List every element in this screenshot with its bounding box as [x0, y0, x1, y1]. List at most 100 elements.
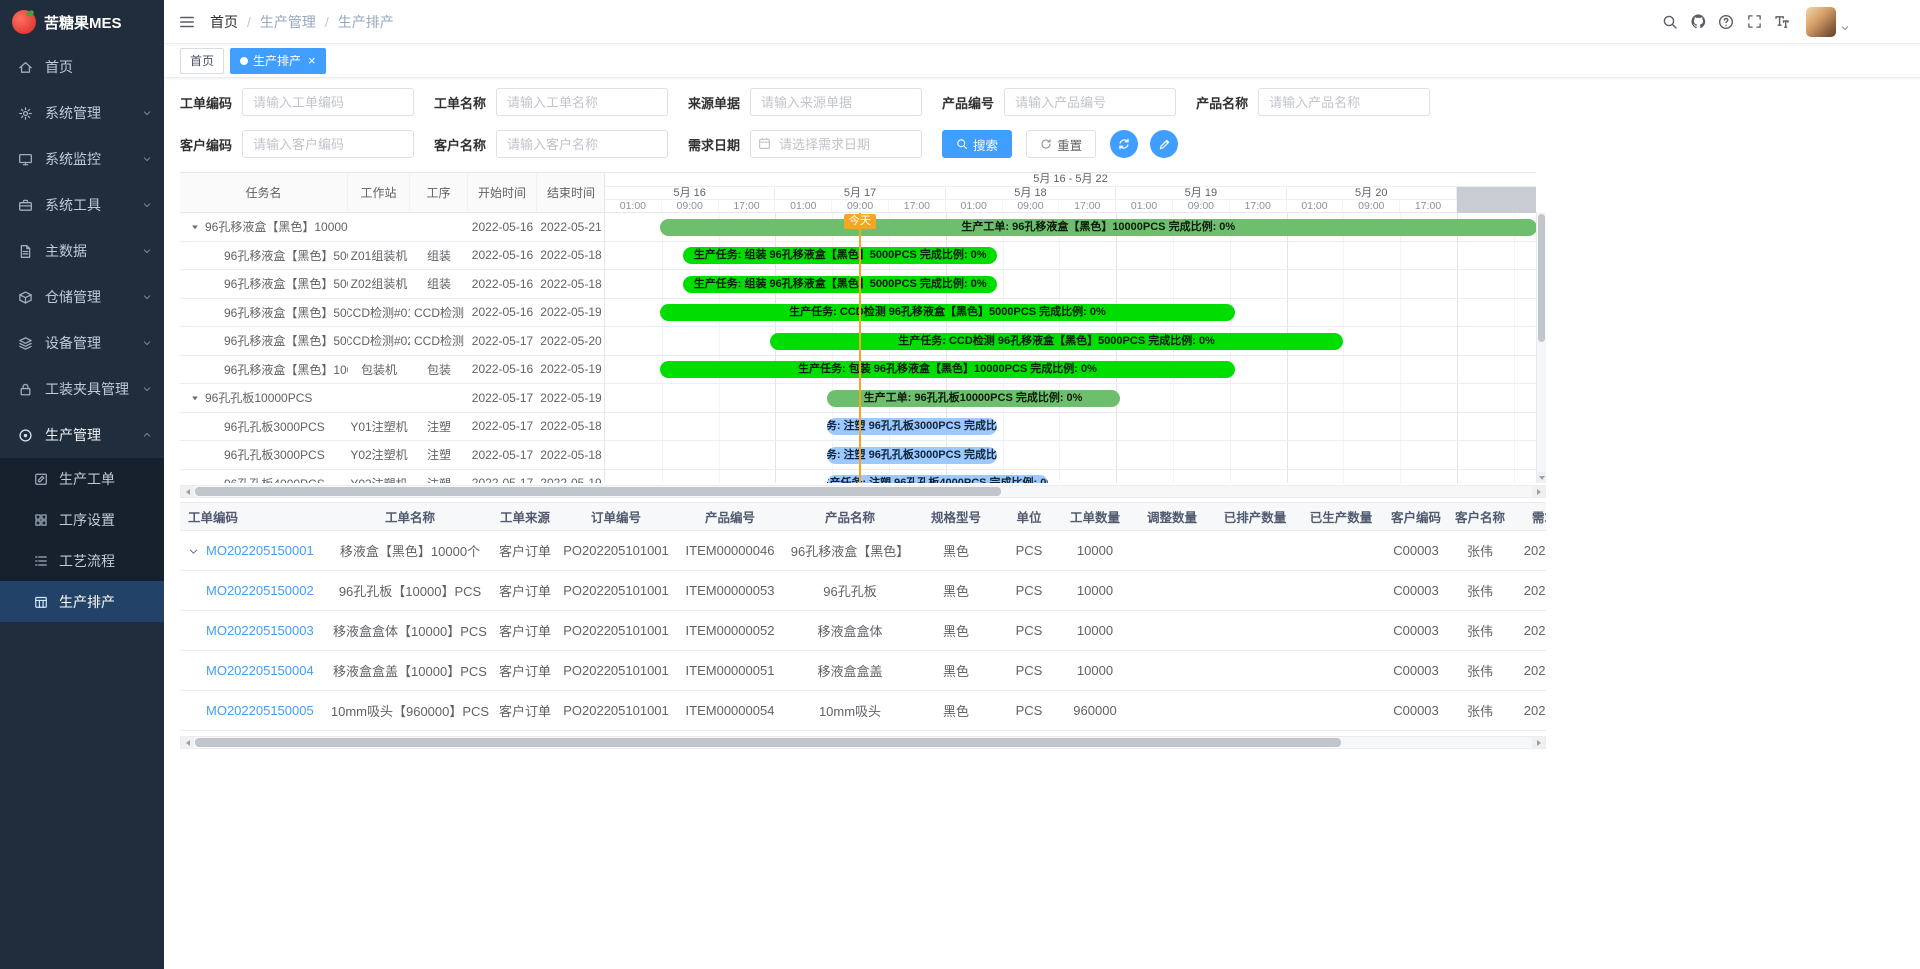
avatar[interactable]	[1806, 7, 1836, 37]
refresh-circle-button[interactable]	[1110, 130, 1138, 158]
table-cell: 客户订单	[490, 571, 560, 611]
chevron-down-icon[interactable]	[1840, 23, 1850, 33]
font-size-icon[interactable]	[1768, 7, 1796, 37]
table-cell	[1212, 691, 1298, 731]
hscroll-thumb[interactable]	[195, 487, 1001, 496]
breadcrumb-item[interactable]: 首页	[210, 12, 238, 32]
today-label: 今天	[844, 214, 876, 229]
gantt-bar-order[interactable]: 生产工单: 96孔孔板10000PCS 完成比例: 0%	[827, 390, 1120, 407]
gantt-task-row[interactable]: 96孔移液盒【黑色】5000PCSZ01组装机组装2022-05-162022-…	[180, 242, 604, 271]
chevron-up-icon	[142, 430, 152, 440]
table-horizontal-scrollbar[interactable]	[180, 736, 1546, 749]
app-logo[interactable]: 苦糖果MES	[0, 0, 164, 44]
vscroll-thumb[interactable]	[1538, 214, 1545, 342]
work-order-link[interactable]: MO202205150001	[206, 543, 314, 558]
sidebar-subitem-schedule[interactable]: 生产排产	[0, 581, 164, 622]
gantt-task-row[interactable]: 96孔移液盒【黑色】5000PCSCCD检测#02CCD检测2022-05-17…	[180, 327, 604, 356]
sidebar-item-fixture[interactable]: 工装夹具管理	[0, 366, 164, 412]
monitor-icon	[18, 152, 36, 167]
edit-circle-button[interactable]	[1150, 130, 1178, 158]
collapse-caret-icon[interactable]	[190, 222, 200, 232]
hscroll-thumb[interactable]	[195, 738, 1341, 747]
gantt-chart-row: 生产任务: 注塑 96孔孔板3000PCS 完成比例: 0%	[605, 413, 1536, 442]
reset-button[interactable]: 重置	[1026, 130, 1096, 158]
gantt-bar-task[interactable]: 生产任务: 包装 96孔移液盒【黑色】10000PCS 完成比例: 0%	[660, 361, 1236, 378]
table-cell: 客户订单	[490, 651, 560, 691]
gantt-bar-task[interactable]: 生产任务: CCD检测 96孔移液盒【黑色】5000PCS 完成比例: 0%	[660, 304, 1236, 321]
work-order-link[interactable]: MO202205150002	[206, 583, 314, 598]
sidebar-item-home[interactable]: 首页	[0, 44, 164, 90]
task-station	[348, 384, 410, 412]
sidebar-item-production[interactable]: 生产管理	[0, 412, 164, 458]
table-cell: 2022-05-22	[1512, 691, 1546, 731]
filter-input[interactable]	[1004, 88, 1176, 116]
scroll-left-button[interactable]	[181, 737, 194, 748]
gantt-horizontal-scrollbar[interactable]	[180, 485, 1546, 498]
help-icon[interactable]	[1712, 7, 1740, 37]
gantt-task-row[interactable]: 96孔孔板3000PCSY02注塑机注塑2022-05-172022-05-18	[180, 441, 604, 470]
hamburger-icon[interactable]	[178, 13, 196, 31]
table-row[interactable]: MO20220515000296孔孔板【10000】PCS客户订单PO20220…	[180, 571, 1546, 611]
filter-row-1: 工单编码工单名称来源单据产品编号产品名称	[180, 88, 1920, 116]
table-row[interactable]: MO202205150001移液盒【黑色】10000个客户订单PO2022051…	[180, 531, 1546, 571]
search-icon[interactable]	[1656, 7, 1684, 37]
gantt-task-row[interactable]: 96孔孔板4000PCSY03注塑机注塑2022-05-172022-05-19	[180, 470, 604, 484]
table-column-header: 工单来源	[490, 503, 560, 531]
scroll-right-button[interactable]	[1532, 486, 1545, 497]
scroll-right-button[interactable]	[1532, 737, 1545, 748]
sidebar-subitem-process[interactable]: 工序设置	[0, 499, 164, 540]
gantt-task-row[interactable]: 96孔孔板10000PCS2022-05-172022-05-19	[180, 384, 604, 413]
work-order-link[interactable]: MO202205150003	[206, 623, 314, 638]
date-input[interactable]	[750, 130, 922, 158]
scroll-down-button[interactable]	[1537, 472, 1546, 483]
sidebar-subitem-workorder[interactable]: 生产工单	[0, 458, 164, 499]
task-process: 包装	[410, 356, 468, 384]
filter-input[interactable]	[496, 88, 668, 116]
github-icon[interactable]	[1684, 7, 1712, 37]
work-order-link[interactable]: MO202205150005	[206, 703, 314, 718]
fullscreen-icon[interactable]	[1740, 7, 1768, 37]
filter-input[interactable]	[242, 130, 414, 158]
collapse-caret-icon[interactable]	[190, 393, 200, 403]
tab-1[interactable]: 生产排产×	[230, 48, 326, 74]
gantt-table-body: 96孔移液盒【黑色】10000PCS2022-05-162022-05-2196…	[180, 213, 604, 483]
search-button[interactable]: 搜索	[942, 130, 1012, 158]
gantt-bar-order[interactable]: 生产工单: 96孔移液盒【黑色】10000PCS 完成比例: 0%	[660, 219, 1536, 236]
gantt-task-row[interactable]: 96孔移液盒【黑色】10000PCS包装机包装2022-05-162022-05…	[180, 356, 604, 385]
gantt-bar-task[interactable]: 生产任务: 组装 96孔移液盒【黑色】5000PCS 完成比例: 0%	[683, 276, 997, 293]
tab-0[interactable]: 首页	[180, 48, 224, 74]
expand-caret-icon[interactable]	[188, 546, 201, 557]
sidebar-item-system[interactable]: 系统管理	[0, 90, 164, 136]
gantt-task-row[interactable]: 96孔移液盒【黑色】10000PCS2022-05-162022-05-21	[180, 213, 604, 242]
table-row[interactable]: MO202205150003移液盒盒体【10000】PCS客户订单PO20220…	[180, 611, 1546, 651]
task-name: 96孔孔板3000PCS	[224, 418, 325, 435]
filter-label: 产品名称	[1196, 93, 1248, 112]
gantt-bar-task[interactable]: 生产任务: 组装 96孔移液盒【黑色】5000PCS 完成比例: 0%	[683, 247, 997, 264]
filter-input[interactable]	[496, 130, 668, 158]
table-row[interactable]: MO20220515000510mm吸头【960000】PCS客户订单PO202…	[180, 691, 1546, 731]
gantt-bar-task[interactable]: 生产任务: 注塑 96孔孔板3000PCS 完成比例: 0%	[827, 418, 997, 435]
sidebar-item-monitor[interactable]: 系统监控	[0, 136, 164, 182]
gantt-day-header: 5月 17	[775, 187, 945, 199]
sidebar-item-equipment[interactable]: 设备管理	[0, 320, 164, 366]
work-order-link[interactable]: MO202205150004	[206, 663, 314, 678]
table-cell: 10000	[1058, 531, 1132, 571]
sidebar-item-tools[interactable]: 系统工具	[0, 182, 164, 228]
table-row[interactable]: MO202205150004移液盒盒盖【10000】PCS客户订单PO20220…	[180, 651, 1546, 691]
gantt-task-row[interactable]: 96孔移液盒【黑色】5000PCSZ02组装机组装2022-05-162022-…	[180, 270, 604, 299]
scroll-left-button[interactable]	[181, 486, 194, 497]
gantt-vertical-scrollbar[interactable]	[1536, 212, 1546, 483]
gantt-bar-task[interactable]: 生产任务: CCD检测 96孔移液盒【黑色】5000PCS 完成比例: 0%	[770, 333, 1343, 350]
sidebar-item-masterdata[interactable]: 主数据	[0, 228, 164, 274]
gantt-task-row[interactable]: 96孔移液盒【黑色】5000PCSCCD检测#01CCD检测2022-05-16…	[180, 299, 604, 328]
gantt-task-row[interactable]: 96孔孔板3000PCSY01注塑机注塑2022-05-172022-05-18	[180, 413, 604, 442]
gantt-hour-header: 09:00	[1003, 200, 1060, 212]
filter-input[interactable]	[242, 88, 414, 116]
table-cell: 客户订单	[490, 691, 560, 731]
sidebar-subitem-flow[interactable]: 工艺流程	[0, 540, 164, 581]
gantt-bar-task[interactable]: 生产任务: 注塑 96孔孔板3000PCS 完成比例: 0%	[827, 447, 997, 464]
filter-input[interactable]	[1258, 88, 1430, 116]
sidebar-item-warehouse[interactable]: 仓储管理	[0, 274, 164, 320]
close-icon[interactable]: ×	[308, 54, 316, 67]
filter-input[interactable]	[750, 88, 922, 116]
